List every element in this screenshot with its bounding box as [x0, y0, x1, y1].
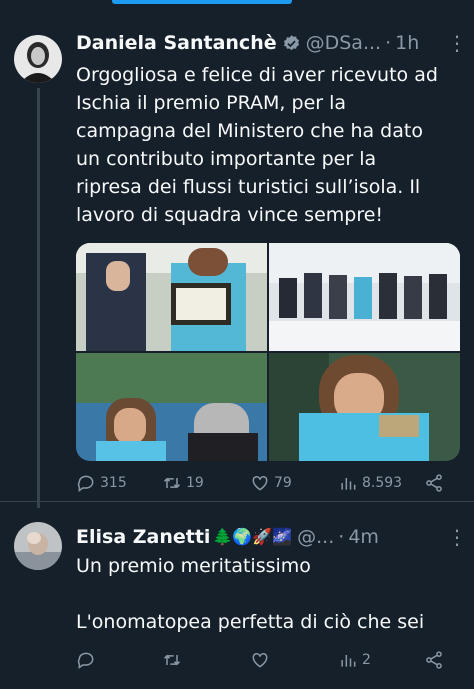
tweet-2-text: Un premio meritatissimo L'onomatopea per…: [76, 555, 425, 633]
views-count: 2: [362, 652, 371, 668]
retweet-button[interactable]: 19: [162, 473, 204, 493]
views-button[interactable]: 8.593: [338, 473, 402, 493]
reply-count: 315: [100, 475, 127, 491]
reply-icon: [77, 652, 94, 669]
like-count: 79: [274, 475, 292, 491]
tweet-2[interactable]: Elisa Zanetti 🌲🌍🚀🌌 @... · 4m ⋮ Un premio…: [0, 502, 474, 689]
retweet-icon: [163, 477, 181, 489]
reply-button[interactable]: [76, 650, 100, 670]
separator: ·: [385, 32, 392, 54]
like-button[interactable]: [250, 650, 274, 670]
avatar-daniela[interactable]: [14, 35, 62, 83]
share-icon: [426, 651, 442, 669]
author-name[interactable]: Elisa Zanetti: [76, 525, 210, 549]
more-options-icon[interactable]: ⋮: [447, 525, 468, 549]
views-chart-icon: [341, 478, 356, 490]
name-emojis: 🌲🌍🚀🌌: [212, 527, 293, 546]
views-chart-icon: [341, 655, 356, 667]
tweet-1-actions: 315 19 79 8.593: [76, 473, 456, 499]
media-photo-1[interactable]: [76, 243, 267, 351]
avatar-elisa[interactable]: [14, 522, 62, 570]
views-button[interactable]: 2: [338, 650, 371, 670]
thread-line: [37, 88, 40, 508]
share-button[interactable]: [424, 650, 448, 670]
views-count: 8.593: [362, 475, 403, 491]
timestamp[interactable]: 4m: [348, 525, 379, 549]
tweet-2-header: Elisa Zanetti 🌲🌍🚀🌌 @... · 4m: [76, 525, 379, 549]
author-handle[interactable]: @...: [297, 525, 334, 549]
verified-badge-icon: [282, 34, 301, 53]
author-handle[interactable]: @DSa...: [306, 31, 381, 55]
tweet-1[interactable]: Daniela Santanchè @DSa... · 1h ⋮ Orgogli…: [0, 0, 474, 508]
tweet-1-text: Orgogliosa e felice di aver ricevuto ad …: [76, 64, 438, 226]
media-photo-4[interactable]: [269, 353, 460, 461]
like-button[interactable]: 79: [250, 473, 292, 493]
retweet-icon: [163, 654, 181, 666]
reply-icon: [77, 475, 94, 492]
retweet-count: 19: [186, 475, 204, 491]
tweet-1-media-grid: [76, 243, 460, 461]
author-name[interactable]: Daniela Santanchè: [76, 31, 277, 55]
more-options-icon[interactable]: ⋮: [447, 31, 468, 55]
heart-icon: [252, 475, 268, 491]
media-photo-2[interactable]: [269, 243, 460, 351]
share-button[interactable]: [424, 473, 448, 493]
heart-icon: [252, 652, 268, 668]
media-photo-3[interactable]: [76, 353, 267, 461]
separator: ·: [338, 526, 345, 548]
share-icon: [426, 474, 442, 492]
timestamp[interactable]: 1h: [395, 31, 419, 55]
tweet-1-header: Daniela Santanchè @DSa... · 1h: [76, 31, 419, 55]
reply-button[interactable]: 315: [76, 473, 127, 493]
tweet-2-actions: 2: [76, 650, 456, 676]
retweet-button[interactable]: [162, 650, 186, 670]
